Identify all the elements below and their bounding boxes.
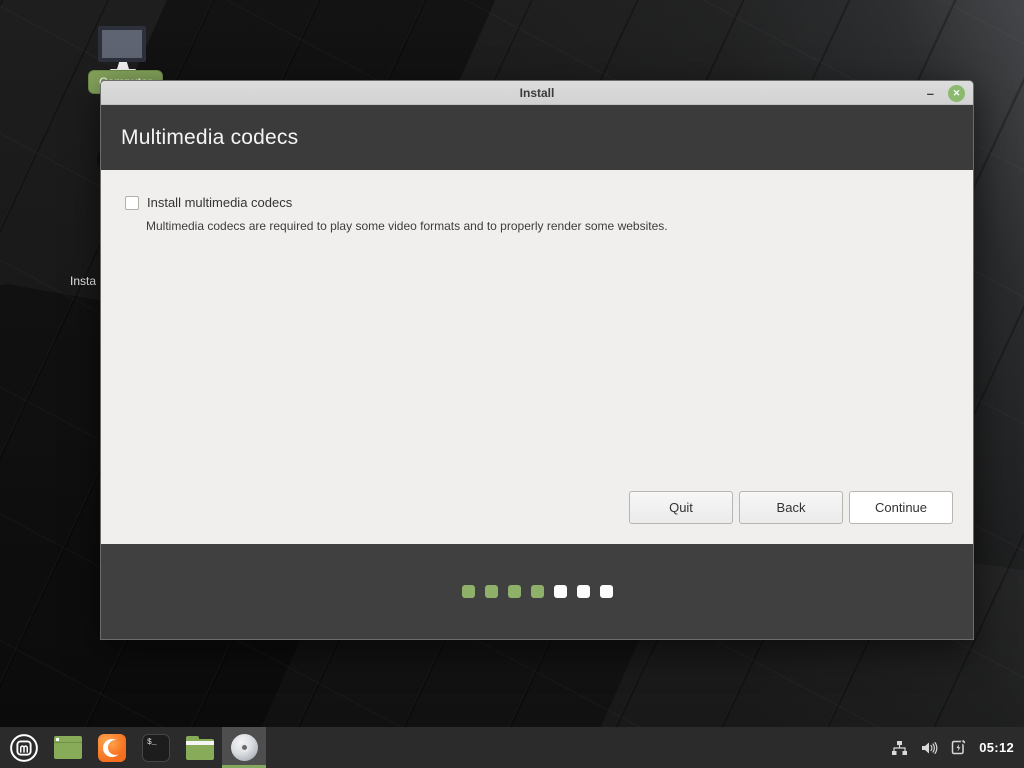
system-tray: 05:12 xyxy=(891,739,1024,756)
window-controls: – ✕ xyxy=(927,81,965,105)
codecs-description: Multimedia codecs are required to play s… xyxy=(146,219,973,233)
progress-dots xyxy=(462,585,613,598)
terminal-launcher[interactable]: $_ xyxy=(134,727,178,768)
progress-dot xyxy=(531,585,544,598)
wizard-step-header: Multimedia codecs xyxy=(101,105,973,170)
window-title: Install xyxy=(520,86,555,100)
terminal-icon: $_ xyxy=(142,734,170,762)
progress-dot xyxy=(554,585,567,598)
volume-icon[interactable] xyxy=(921,740,938,756)
back-button[interactable]: Back xyxy=(739,491,843,524)
codecs-option-row: Install multimedia codecs xyxy=(125,195,973,210)
installer-window: Install – ✕ Multimedia codecs Install mu… xyxy=(100,80,974,640)
window-titlebar[interactable]: Install – ✕ xyxy=(101,81,973,105)
firefox-launcher[interactable] xyxy=(90,727,134,768)
show-desktop-button[interactable] xyxy=(46,727,90,768)
progress-dot xyxy=(600,585,613,598)
progress-dot xyxy=(577,585,590,598)
install-codecs-checkbox[interactable] xyxy=(125,196,139,210)
progress-dot xyxy=(508,585,521,598)
monitor-stand xyxy=(117,62,129,69)
progress-dot xyxy=(462,585,475,598)
computer-desktop-icon[interactable] xyxy=(98,26,148,73)
firefox-icon xyxy=(98,734,126,762)
wizard-content: Install multimedia codecs Multimedia cod… xyxy=(101,170,973,544)
mint-logo-icon xyxy=(9,733,39,763)
monitor-icon xyxy=(98,26,146,62)
wizard-buttons: Quit Back Continue xyxy=(101,491,973,544)
close-button[interactable]: ✕ xyxy=(948,85,965,102)
folder-icon xyxy=(186,739,214,760)
taskbar: $_ xyxy=(0,727,1024,768)
wizard-footer xyxy=(101,544,973,639)
disc-icon xyxy=(231,734,258,761)
mint-menu-button[interactable] xyxy=(2,727,46,768)
close-icon: ✕ xyxy=(953,89,961,98)
file-manager-launcher[interactable] xyxy=(178,727,222,768)
page-title: Multimedia codecs xyxy=(121,126,298,150)
installer-taskbar-item[interactable] xyxy=(222,727,266,768)
network-icon[interactable] xyxy=(891,740,908,756)
taskbar-apps: $_ xyxy=(0,727,266,768)
continue-button[interactable]: Continue xyxy=(849,491,953,524)
install-codecs-label: Install multimedia codecs xyxy=(147,195,292,210)
desktop-window-icon xyxy=(54,736,82,759)
progress-dot xyxy=(485,585,498,598)
install-desktop-icon-label[interactable]: Insta xyxy=(70,274,96,288)
clock[interactable]: 05:12 xyxy=(979,740,1014,755)
power-icon[interactable] xyxy=(951,739,966,756)
minimize-button[interactable]: – xyxy=(927,87,934,100)
quit-button[interactable]: Quit xyxy=(629,491,733,524)
